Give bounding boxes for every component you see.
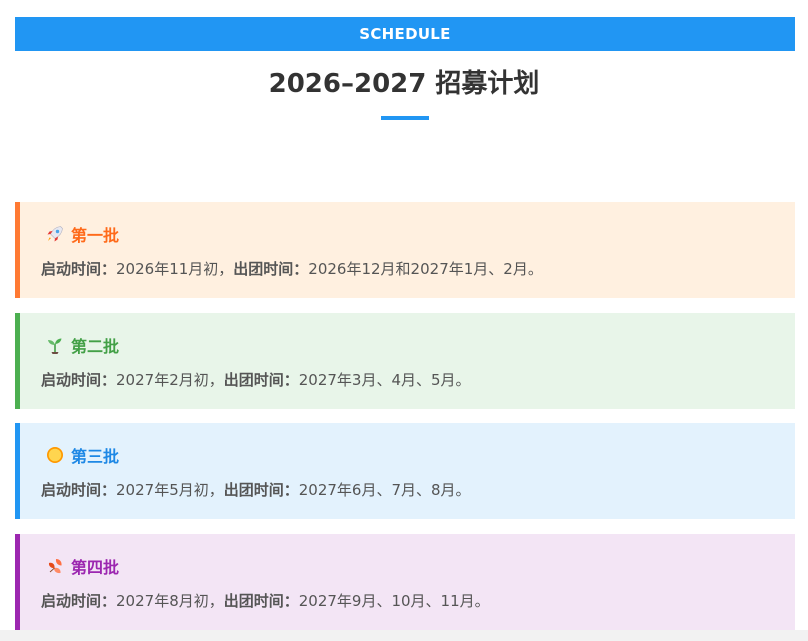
start-time-value: 2027年5月初， [116,481,224,499]
depart-time-value: 2027年6月、7月、8月。 [298,481,471,499]
batch-title: 第四批 [71,558,120,577]
batch-card-2: 第二批 启动时间：2027年2月初，出团时间：2027年3月、4月、5月。 [15,313,795,409]
batch-header: 第三批 [45,443,119,467]
seedling-icon [45,335,65,355]
sun-icon [45,445,65,465]
batch-title: 第一批 [71,226,120,245]
batch-title: 第三批 [71,447,120,466]
batch-header: 第二批 [45,333,119,357]
batch-card-1: 第一批 启动时间：2026年11月初，出团时间：2026年12月和2027年1月… [15,202,795,298]
rocket-icon [45,224,65,244]
batch-schedule: 启动时间：2027年8月初，出团时间：2027年9月、10月、11月。 [41,589,490,613]
start-time-label: 启动时间： [41,592,117,610]
falling-leaves-icon [45,556,65,576]
depart-time-label: 出团时间： [233,260,309,278]
depart-time-value: 2027年3月、4月、5月。 [298,371,471,389]
start-time-value: 2026年11月初， [116,260,234,278]
depart-time-value: 2027年9月、10月、11月。 [298,592,490,610]
start-time-value: 2027年8月初， [116,592,224,610]
start-time-label: 启动时间： [41,260,117,278]
batch-schedule: 启动时间：2027年5月初，出团时间：2027年6月、7月、8月。 [41,478,471,502]
depart-time-label: 出团时间： [223,371,299,389]
batch-card-3: 第三批 启动时间：2027年5月初，出团时间：2027年6月、7月、8月。 [15,423,795,519]
depart-time-label: 出团时间： [223,592,299,610]
batch-header: 第四批 [45,554,119,578]
depart-time-value: 2026年12月和2027年1月、2月。 [308,260,543,278]
batch-title: 第二批 [71,337,120,356]
title-underline [381,116,429,120]
schedule-banner: SCHEDULE [15,17,795,51]
page-bottom-strip [0,630,808,641]
batch-schedule: 启动时间：2026年11月初，出团时间：2026年12月和2027年1月、2月。 [41,257,543,281]
depart-time-label: 出团时间： [223,481,299,499]
batch-schedule: 启动时间：2027年2月初，出团时间：2027年3月、4月、5月。 [41,368,471,392]
batch-header: 第一批 [45,222,119,246]
start-time-label: 启动时间： [41,481,117,499]
batch-card-4: 第四批 启动时间：2027年8月初，出团时间：2027年9月、10月、11月。 [15,534,795,630]
start-time-value: 2027年2月初， [116,371,224,389]
start-time-label: 启动时间： [41,371,117,389]
page-title: 2026–2027 招募计划 [268,69,540,99]
